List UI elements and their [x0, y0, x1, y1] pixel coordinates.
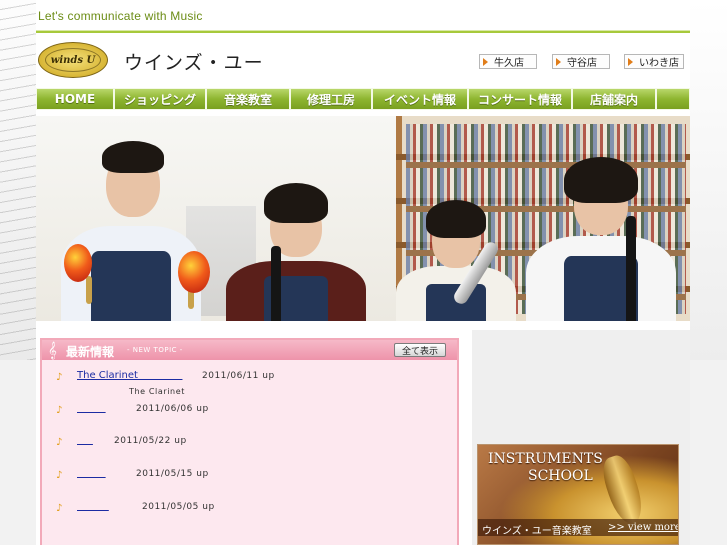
- store-link-moriya[interactable]: 守谷店: [552, 54, 610, 69]
- arrow-right-icon: [556, 58, 561, 66]
- store-link-iwaki[interactable]: いわき店: [624, 54, 684, 69]
- view-more-link[interactable]: >> view more: [608, 522, 678, 533]
- banner-title-line1: INSTRUMENTS: [488, 451, 603, 467]
- store-link-label: いわき店: [639, 58, 679, 69]
- header: winds U ウインズ・ユー 牛久店 守谷店 いわき店: [36, 36, 690, 86]
- music-note-icon: ♪: [56, 503, 63, 514]
- store-link-ushiku[interactable]: 牛久店: [479, 54, 537, 69]
- nav-spacer: [656, 88, 690, 110]
- news-desc: The Clarinet: [129, 387, 185, 396]
- tagline-bar: Let's communicate with Music: [36, 0, 690, 33]
- news-item: ♪ 2011/06/06 up: [42, 403, 457, 419]
- news-date: 2011/05/22 up: [114, 436, 187, 446]
- person-hair: [426, 200, 486, 238]
- logo-ring-icon: [45, 48, 101, 72]
- banner-title-line2: SCHOOL: [528, 468, 593, 484]
- news-date: 2011/05/15 up: [136, 469, 209, 479]
- music-note-icon: ♪: [56, 470, 63, 481]
- news-title: 最新情報: [66, 345, 115, 359]
- staff-person: [226, 181, 366, 321]
- person-hair: [102, 141, 164, 173]
- treble-clef-icon: 𝄞: [48, 341, 57, 359]
- store-link-label: 牛久店: [494, 58, 524, 69]
- view-all-button[interactable]: 全て表示: [394, 343, 446, 357]
- nav-music-school[interactable]: 音楽教室: [206, 88, 290, 110]
- banner-caption: ウインズ・ユー音楽教室: [482, 526, 592, 537]
- news-subtitle: - NEW TOPIC -: [127, 346, 183, 354]
- tagline: Let's communicate with Music: [38, 9, 203, 23]
- clarinet-icon: [271, 246, 281, 321]
- nav-home[interactable]: HOME: [36, 88, 114, 110]
- staff-person: [56, 131, 206, 321]
- tagline-divider: [36, 30, 690, 31]
- maraca-icon: [64, 244, 92, 282]
- news-panel: 𝄞 最新情報 - NEW TOPIC - 全て表示 ♪ The Clarinet…: [40, 338, 459, 545]
- news-link[interactable]: [77, 403, 106, 414]
- news-link[interactable]: [77, 468, 106, 479]
- right-background: [690, 0, 727, 360]
- nav-shopping[interactable]: ショッピング: [114, 88, 206, 110]
- person-hair: [564, 157, 638, 203]
- staff-person: [526, 151, 676, 321]
- store-link-label: 守谷店: [567, 58, 597, 69]
- news-date: 2011/06/06 up: [136, 404, 209, 414]
- nav-repair[interactable]: 修理工房: [290, 88, 372, 110]
- main-nav: HOME ショッピング 音楽教室 修理工房 イベント情報 コンサート情報 店舗案…: [36, 88, 690, 110]
- hero-photo: [36, 116, 690, 321]
- news-item: ♪ 2011/05/15 up: [42, 468, 457, 484]
- arrow-right-icon: [628, 58, 633, 66]
- news-link[interactable]: The Clarinet: [77, 370, 182, 381]
- maraca-icon: [178, 251, 210, 293]
- news-item: ♪ The Clarinet 2011/06/11 up: [42, 370, 457, 386]
- site-logo[interactable]: winds U: [38, 42, 108, 78]
- site-title: ウインズ・ユー: [124, 52, 264, 74]
- news-link[interactable]: [77, 435, 93, 446]
- nav-concerts[interactable]: コンサート情報: [468, 88, 572, 110]
- news-header: 𝄞 最新情報 - NEW TOPIC - 全て表示: [42, 340, 457, 360]
- banner-footer: ウインズ・ユー音楽教室 >> view more: [478, 519, 678, 537]
- news-date: 2011/06/11 up: [202, 371, 275, 381]
- person-apron: [91, 251, 171, 321]
- news-item-description: The Clarinet: [42, 387, 457, 399]
- page: Let's communicate with Music winds U ウイン…: [36, 0, 690, 545]
- news-item: ♪ 2011/05/22 up: [42, 435, 457, 451]
- maraca-handle: [86, 276, 92, 304]
- person-hair: [264, 183, 328, 223]
- music-note-icon: ♪: [56, 405, 63, 416]
- music-note-icon: ♪: [56, 437, 63, 448]
- instruments-school-banner[interactable]: INSTRUMENTS SCHOOL ウインズ・ユー音楽教室 >> view m…: [477, 444, 679, 545]
- news-item: ♪ 2011/05/05 up: [42, 501, 457, 517]
- nav-stores[interactable]: 店舗案内: [572, 88, 656, 110]
- nav-events[interactable]: イベント情報: [372, 88, 468, 110]
- news-date: 2011/05/05 up: [142, 502, 215, 512]
- banner-title: INSTRUMENTS SCHOOL: [488, 451, 658, 485]
- music-note-icon: ♪: [56, 372, 63, 383]
- arrow-right-icon: [483, 58, 488, 66]
- sheet-music-background: [0, 0, 36, 360]
- clarinet-icon: [626, 216, 636, 321]
- news-link[interactable]: [77, 501, 109, 512]
